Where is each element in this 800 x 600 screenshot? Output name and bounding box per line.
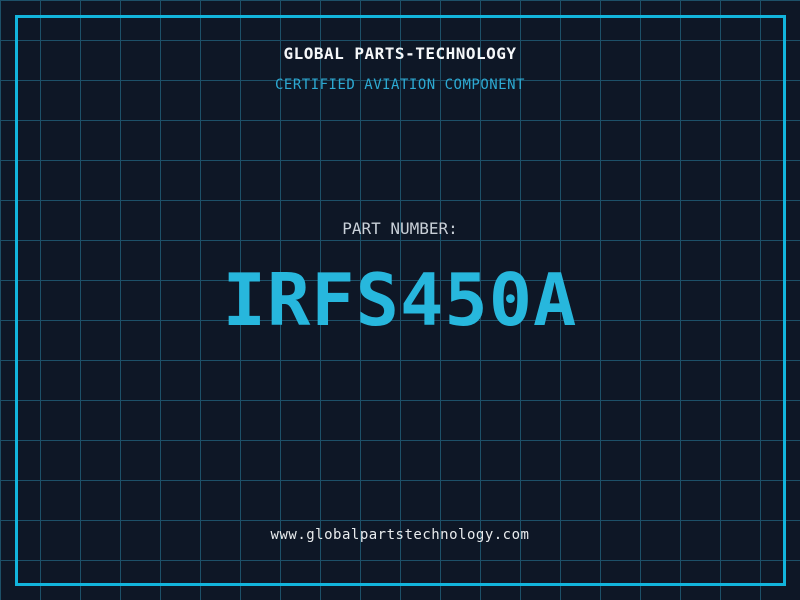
part-number-value: IRFS450A <box>222 258 578 342</box>
certification-label: CERTIFIED AVIATION COMPONENT <box>274 77 525 93</box>
website-url: www.globalpartstechnology.com <box>270 527 530 543</box>
part-card: GLOBAL PARTS-TECHNOLOGY CERTIFIED AVIATI… <box>0 0 800 600</box>
company-name: GLOBAL PARTS-TECHNOLOGY <box>283 44 517 63</box>
part-number-label: PART NUMBER: <box>342 219 458 238</box>
